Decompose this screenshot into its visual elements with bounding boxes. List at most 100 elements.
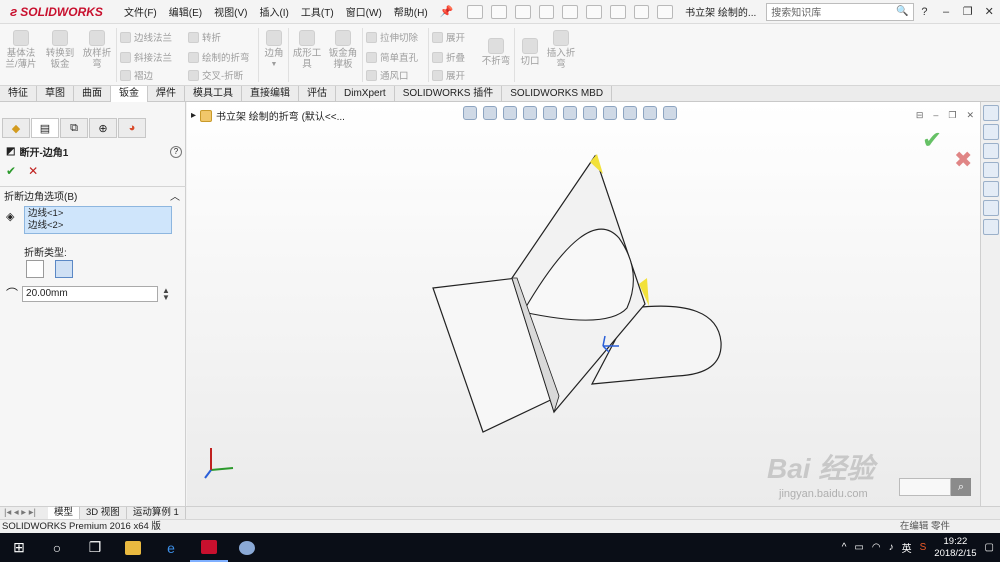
feature-manager-tab[interactable]: ◆ — [2, 118, 30, 138]
save-icon[interactable] — [514, 4, 531, 19]
lofted-bend-button[interactable]: 放样折 弯 — [80, 30, 114, 70]
battery-icon[interactable]: ▭ — [854, 542, 863, 553]
minimize-button[interactable]: – — [935, 6, 957, 18]
menu-insert[interactable]: 插入(I) — [253, 4, 294, 19]
fold-button[interactable]: 折叠 — [432, 50, 465, 64]
menu-file[interactable]: 文件(F) — [118, 4, 163, 19]
task-view-icon[interactable]: ❐ — [76, 533, 114, 562]
tab-weldments[interactable]: 焊件 — [148, 86, 185, 102]
menu-tools[interactable]: 工具(T) — [295, 4, 340, 19]
edge-browser-icon[interactable]: e — [152, 533, 190, 562]
tab-mold-tools[interactable]: 模具工具 — [185, 86, 242, 102]
menu-help[interactable]: 帮助(H) — [388, 4, 434, 19]
tab-surfaces[interactable]: 曲面 — [74, 86, 111, 102]
appearances-icon[interactable] — [983, 181, 999, 197]
select-icon[interactable] — [586, 4, 602, 19]
hem-button[interactable]: 褶边 — [120, 68, 153, 82]
menu-window[interactable]: 窗口(W) — [340, 4, 388, 19]
ok-check-button[interactable]: ✔ — [6, 164, 16, 178]
search-icon[interactable]: 🔍 — [896, 6, 908, 17]
notification-center-icon[interactable]: ▢ — [985, 542, 994, 553]
new-document-icon[interactable] — [467, 4, 484, 19]
edge-selection-list[interactable]: 边线<1> 边线<2> — [24, 206, 172, 234]
tray-chevron-icon[interactable]: ^ — [842, 542, 847, 553]
forming-tool-button[interactable]: 成形工 具 — [290, 30, 324, 70]
ime-indicator[interactable]: 英 — [902, 540, 912, 555]
tab-motion-study[interactable]: 运动算例 1 — [127, 507, 186, 519]
rebuild-icon[interactable] — [609, 4, 626, 19]
cortana-search-icon[interactable]: ○ — [38, 533, 76, 562]
distance-spinner[interactable]: ▲ ▼ — [162, 286, 170, 301]
network-icon[interactable]: ◠ — [872, 542, 881, 553]
forum-icon[interactable] — [983, 219, 999, 235]
cross-break-button[interactable]: 交叉-折断 — [188, 68, 243, 82]
chamfer-break-type-button[interactable] — [26, 260, 44, 278]
undo-icon[interactable] — [562, 4, 579, 19]
view-palette-icon[interactable] — [983, 162, 999, 178]
tab-sketch[interactable]: 草图 — [37, 86, 74, 102]
tab-features[interactable]: 特征 — [0, 86, 37, 102]
base-flange-button[interactable]: 基体法 兰/薄片 — [4, 30, 38, 70]
tab-scroll-arrows-icon[interactable]: |◂ ◂ ▸ ▸| — [0, 507, 48, 519]
insert-bends-button[interactable]: 插入折 弯 — [544, 30, 578, 70]
no-bends-button[interactable]: 不折弯 — [480, 38, 512, 67]
list-item[interactable]: 边线<2> — [28, 220, 168, 232]
distance-input[interactable]: 20.00mm — [22, 285, 159, 302]
jog-button[interactable]: 转折 — [188, 30, 221, 44]
open-icon[interactable] — [491, 4, 507, 19]
design-library-icon[interactable] — [983, 124, 999, 140]
edge-flange-button[interactable]: 边线法兰 — [120, 30, 172, 44]
corners-dropdown-chevron-icon[interactable]: ▼ — [262, 59, 286, 70]
app-taskbar-icon[interactable] — [228, 533, 266, 562]
clock[interactable]: 19:22 2018/2/15 — [934, 536, 976, 560]
solidworks-resources-icon[interactable] — [983, 105, 999, 121]
tab-evaluate[interactable]: 评估 — [299, 86, 336, 102]
graphics-area[interactable]: ▸ 书立架 绘制的折弯 (默认<<... ⊟ – ❐ ✕ ✔ ✖ Bai 经验 … — [187, 102, 980, 506]
custom-properties-icon[interactable] — [983, 200, 999, 216]
rip-button[interactable]: 切口 — [518, 38, 542, 67]
collapse-chevron-icon[interactable]: ︿ — [170, 188, 180, 203]
menu-view[interactable]: 视图(V) — [208, 4, 253, 19]
sketched-bend-button[interactable]: 绘制的折弯 — [188, 50, 250, 64]
sogou-input-icon[interactable]: S — [920, 542, 927, 553]
tab-sheet-metal[interactable]: 钣金 — [111, 86, 148, 102]
options-gear-icon[interactable] — [657, 4, 674, 19]
tab-solidworks-mbd[interactable]: SOLIDWORKS MBD — [502, 86, 613, 102]
file-explorer-taskbar-icon[interactable] — [114, 533, 152, 562]
fillet-break-type-button[interactable] — [55, 260, 73, 278]
tab-3d-views[interactable]: 3D 视图 — [80, 507, 127, 519]
corners-button[interactable]: 边角 ▼ — [262, 30, 286, 70]
help-icon[interactable]: ? — [170, 145, 182, 158]
property-manager-tab[interactable]: ▤ — [31, 118, 59, 138]
tab-solidworks-addins[interactable]: SOLIDWORKS 插件 — [395, 86, 503, 102]
file-explorer-icon[interactable] — [983, 143, 999, 159]
flatten-button[interactable]: 展开 — [432, 68, 465, 82]
configuration-manager-tab[interactable]: ⧉ — [60, 118, 88, 138]
tab-model[interactable]: 模型 — [48, 507, 81, 519]
vent-button[interactable]: 通风口 — [366, 68, 409, 82]
tab-dimxpert[interactable]: DimXpert — [336, 86, 395, 102]
print-icon[interactable] — [538, 4, 555, 19]
solidworks-taskbar-icon[interactable] — [190, 533, 228, 562]
file-properties-icon[interactable] — [633, 4, 650, 19]
pin-icon[interactable]: 📌 — [440, 5, 454, 18]
close-button[interactable]: ✕ — [978, 5, 1000, 18]
tab-direct-editing[interactable]: 直接编辑 — [242, 86, 299, 102]
confirm-cancel-x-icon[interactable]: ✖ — [954, 147, 972, 173]
miter-flange-button[interactable]: 斜接法兰 — [120, 50, 172, 64]
search-knowledge-base-input[interactable]: 搜索知识库 🔍 — [766, 2, 914, 21]
simple-hole-button[interactable]: 简单直孔 — [366, 50, 418, 64]
convert-to-sheet-button[interactable]: 转换到 钣金 — [42, 30, 78, 70]
break-corner-options-section[interactable]: 折断边角选项(B) ︿ — [0, 186, 186, 204]
dimxpert-manager-tab[interactable]: ⊕ — [89, 118, 117, 138]
cancel-x-button[interactable]: ✕ — [28, 164, 38, 178]
confirm-ok-check-icon[interactable]: ✔ — [922, 126, 942, 155]
solidworks-logo[interactable]: ƨ SOLIDWORKS — [0, 0, 118, 24]
windows-start-icon[interactable]: ⊞ — [0, 533, 38, 562]
volume-icon[interactable]: ♪ — [889, 542, 894, 553]
extruded-cut-button[interactable]: 拉伸切除 — [366, 30, 418, 44]
display-manager-tab[interactable]: ◕ — [118, 118, 146, 138]
list-item[interactable]: 边线<1> — [28, 208, 168, 220]
restore-button[interactable]: ❐ — [957, 5, 979, 18]
menu-edit[interactable]: 编辑(E) — [163, 4, 208, 19]
